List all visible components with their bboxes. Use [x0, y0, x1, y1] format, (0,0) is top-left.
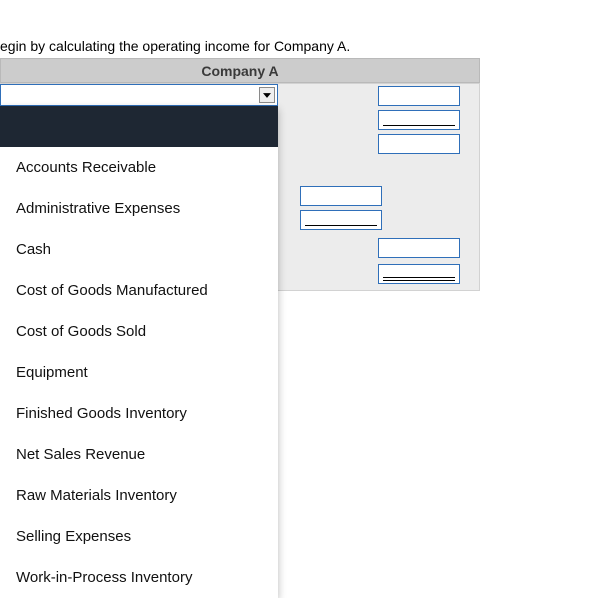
- table-header: Company A: [0, 58, 480, 83]
- line-item-dropdown-panel: Accounts Receivable Administrative Expen…: [0, 106, 278, 598]
- dropdown-option-selling-expenses[interactable]: Selling Expenses: [0, 516, 278, 557]
- value-input-r6[interactable]: [378, 238, 460, 258]
- income-statement-table: Company A Accounts Receivable Administra…: [0, 58, 480, 83]
- dropdown-option-net-sales-revenue[interactable]: Net Sales Revenue: [0, 434, 278, 475]
- value-input-r7[interactable]: [378, 264, 460, 284]
- underline: [305, 225, 377, 226]
- underline: [383, 125, 455, 126]
- dropdown-option-cash[interactable]: Cash: [0, 229, 278, 270]
- dropdown-option-blank[interactable]: [0, 106, 278, 147]
- dropdown-option-accounts-receivable[interactable]: Accounts Receivable: [0, 147, 278, 188]
- instruction-text: egin by calculating the operating income…: [0, 38, 350, 54]
- value-input-m4[interactable]: [300, 186, 382, 206]
- chevron-down-icon: [259, 87, 275, 103]
- dropdown-option-administrative-expenses[interactable]: Administrative Expenses: [0, 188, 278, 229]
- dropdown-option-cost-of-goods-sold[interactable]: Cost of Goods Sold: [0, 311, 278, 352]
- value-input-r2[interactable]: [378, 110, 460, 130]
- line-item-select[interactable]: [0, 84, 278, 106]
- dropdown-option-finished-goods-inventory[interactable]: Finished Goods Inventory: [0, 393, 278, 434]
- value-input-r1[interactable]: [378, 86, 460, 106]
- dropdown-option-raw-materials-inventory[interactable]: Raw Materials Inventory: [0, 475, 278, 516]
- value-input-m5[interactable]: [300, 210, 382, 230]
- value-input-r3[interactable]: [378, 134, 460, 154]
- underline: [383, 277, 455, 278]
- underline: [383, 280, 455, 281]
- dropdown-option-work-in-process-inventory[interactable]: Work-in-Process Inventory: [0, 557, 278, 598]
- header-label: Company A: [201, 63, 278, 79]
- dropdown-option-equipment[interactable]: Equipment: [0, 352, 278, 393]
- dropdown-option-cost-of-goods-manufactured[interactable]: Cost of Goods Manufactured: [0, 270, 278, 311]
